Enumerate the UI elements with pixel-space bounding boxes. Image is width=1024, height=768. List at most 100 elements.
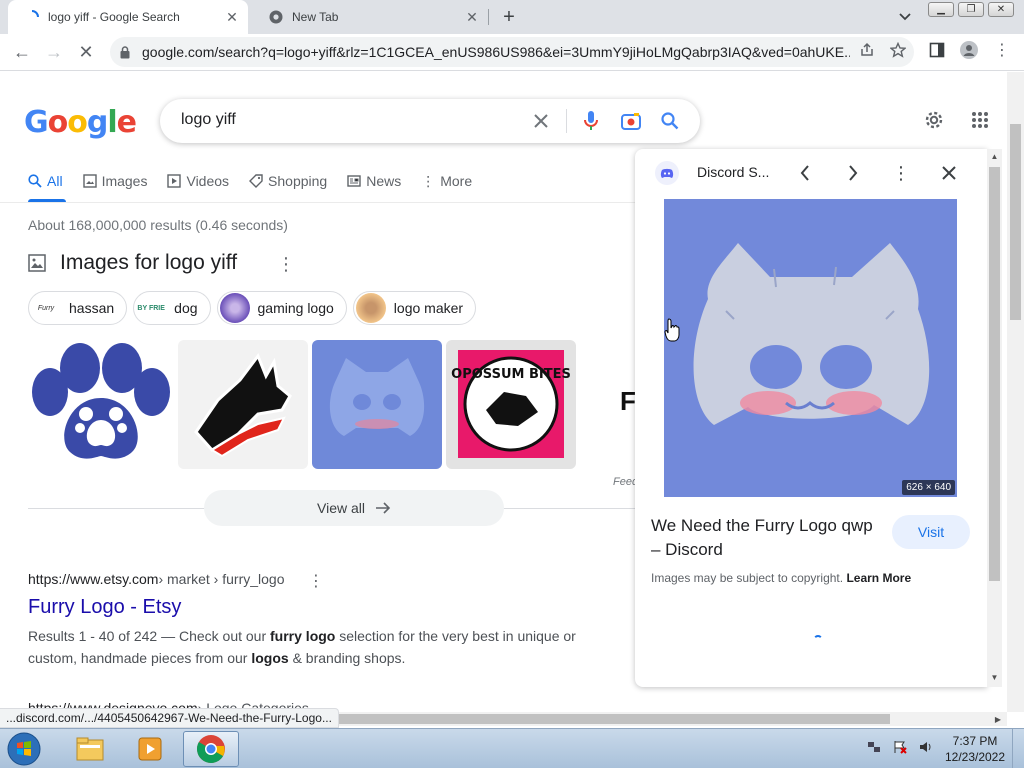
- visit-button[interactable]: Visit: [892, 515, 970, 549]
- panel-scroll-thumb[interactable]: [989, 167, 1000, 581]
- view-all-label: View all: [317, 500, 365, 516]
- minimize-icon[interactable]: ▁: [928, 2, 954, 17]
- tab-shopping[interactable]: Shopping: [249, 168, 327, 194]
- thumbnail-discord-cat-logo[interactable]: [312, 340, 442, 469]
- action-center-flag-icon[interactable]: [892, 739, 908, 755]
- tab-videos[interactable]: Videos: [167, 168, 229, 194]
- discord-cat-image: [693, 243, 930, 425]
- media-player-icon[interactable]: [122, 731, 178, 767]
- search-query-text[interactable]: logo yiff: [181, 111, 236, 129]
- news-icon: [347, 175, 361, 187]
- side-panel-icon[interactable]: [928, 41, 946, 59]
- panel-scrollbar[interactable]: ▲ ▼: [987, 149, 1002, 687]
- share-icon[interactable]: [858, 41, 876, 59]
- learn-more-link[interactable]: Learn More: [846, 571, 911, 585]
- tab-separator: [488, 9, 489, 25]
- paw-print-image: [32, 343, 170, 459]
- loading-spinner-icon: [813, 635, 823, 645]
- window-controls: ▁ ❐ ✕: [928, 2, 1014, 18]
- microphone-icon[interactable]: [580, 110, 602, 132]
- forward-arrow-icon[interactable]: →: [42, 40, 66, 64]
- previous-image-icon[interactable]: [793, 161, 817, 185]
- images-section-heading: Images for logo yiff: [28, 251, 237, 275]
- page-vertical-scrollbar[interactable]: [1007, 72, 1024, 712]
- result-options-icon[interactable]: ⋮: [308, 572, 324, 590]
- search-icon[interactable]: [659, 110, 681, 132]
- panel-more-options-icon[interactable]: ⋮: [889, 161, 913, 185]
- snippet-bold: furry logo: [270, 628, 336, 644]
- close-panel-icon[interactable]: [937, 161, 961, 185]
- tab-search-chevron-icon[interactable]: [894, 6, 916, 28]
- view-all-button[interactable]: View all: [204, 490, 504, 526]
- panel-site-name[interactable]: Discord S...: [697, 164, 769, 180]
- clear-search-icon[interactable]: [530, 110, 552, 132]
- scroll-up-arrow-icon[interactable]: ▲: [989, 151, 1000, 162]
- more-vert-icon: ⋮: [421, 172, 436, 189]
- thumbnail-opossum-bites[interactable]: OPOSSUM BITES: [446, 340, 576, 469]
- chip-logo-maker[interactable]: logo maker: [352, 291, 477, 325]
- next-image-icon[interactable]: [841, 161, 865, 185]
- windows-start-orb-icon[interactable]: [4, 731, 44, 767]
- close-window-icon[interactable]: ✕: [988, 2, 1014, 17]
- profile-avatar-icon[interactable]: [960, 41, 978, 59]
- thumbnail-dragon-logo[interactable]: [178, 340, 308, 469]
- bookmark-star-icon[interactable]: [889, 41, 907, 59]
- tab-new-tab[interactable]: New Tab ✕: [252, 0, 488, 34]
- show-desktop-button[interactable]: [1012, 729, 1024, 768]
- chrome-menu-icon[interactable]: ⋮: [993, 41, 1011, 59]
- apps-grid-icon[interactable]: [968, 108, 992, 132]
- tab-label: All: [47, 173, 63, 189]
- new-tab-plus-icon[interactable]: +: [498, 6, 520, 28]
- tab-all[interactable]: All: [28, 168, 63, 194]
- panel-image-title[interactable]: We Need the Furry Logo qwp – Discord: [651, 514, 881, 562]
- logo-letter: e: [116, 105, 137, 140]
- network-icon[interactable]: [866, 739, 882, 755]
- tab-images[interactable]: Images: [82, 168, 147, 194]
- more-options-icon[interactable]: ⋮: [277, 254, 295, 274]
- discord-favicon-icon: [655, 161, 679, 185]
- back-arrow-icon[interactable]: ←: [10, 40, 34, 64]
- chip-label: logo maker: [393, 300, 464, 316]
- stop-loading-icon[interactable]: ✕: [74, 40, 98, 64]
- settings-gear-icon[interactable]: [922, 108, 946, 132]
- address-bar[interactable]: google.com/search?q=logo+yiff&rlz=1C1GCE…: [110, 37, 914, 67]
- chrome-taskbar-icon[interactable]: [183, 731, 239, 767]
- tab-google-search[interactable]: logo yiff - Google Search ✕: [8, 0, 248, 34]
- scroll-right-arrow-icon[interactable]: ▶: [992, 713, 1004, 725]
- tab-close-icon[interactable]: ✕: [462, 7, 482, 27]
- image-icon: [82, 174, 97, 188]
- image-icon: [28, 254, 46, 272]
- file-explorer-icon[interactable]: [62, 731, 118, 767]
- tab-close-icon[interactable]: ✕: [222, 7, 242, 27]
- clock-time: 7:37 PM: [952, 734, 998, 748]
- thumbnail-paw-logo[interactable]: [28, 340, 174, 469]
- chip-thumbnail: BY FRIE: [136, 293, 167, 323]
- preview-image[interactable]: 626 × 640: [664, 199, 957, 497]
- tab-title: New Tab: [292, 10, 339, 24]
- opossum-text: OPOSSUM BITES: [451, 367, 571, 382]
- chip-hassan[interactable]: Furry hassan: [28, 291, 128, 325]
- taskbar-clock[interactable]: 7:37 PM 12/23/2022: [944, 733, 1006, 765]
- horizontal-scroll-thumb[interactable]: [290, 714, 890, 724]
- chrome-icon: [268, 9, 284, 25]
- camera-lens-icon[interactable]: [620, 110, 642, 132]
- logo-letter: g: [86, 105, 109, 140]
- thumbnail-partial[interactable]: Fu: [580, 340, 640, 469]
- tab-more[interactable]: ⋮ More: [421, 168, 472, 194]
- search-box[interactable]: logo yiff: [160, 99, 700, 143]
- google-logo[interactable]: G o o g l e: [24, 104, 137, 140]
- chip-gaming-logo[interactable]: gaming logo: [216, 291, 347, 325]
- result-title-link[interactable]: Furry Logo - Etsy: [28, 596, 628, 619]
- chip-thumbnail: [355, 293, 386, 323]
- volume-speaker-icon[interactable]: [918, 739, 934, 755]
- browser-toolbar: ← → ✕ google.com/search?q=logo+yiff&rlz=…: [0, 34, 1024, 71]
- lock-icon[interactable]: [120, 45, 134, 59]
- page-scroll-thumb[interactable]: [1010, 124, 1021, 320]
- chip-dog[interactable]: BY FRIE dog: [133, 291, 211, 325]
- scroll-down-arrow-icon[interactable]: ▼: [989, 672, 1000, 683]
- chip-label: gaming logo: [257, 300, 334, 316]
- tab-news[interactable]: News: [347, 168, 401, 194]
- chip-label: dog: [174, 300, 198, 316]
- restore-icon[interactable]: ❐: [958, 2, 984, 17]
- result-url[interactable]: https://www.etsy.com › market › furry_lo…: [28, 571, 628, 587]
